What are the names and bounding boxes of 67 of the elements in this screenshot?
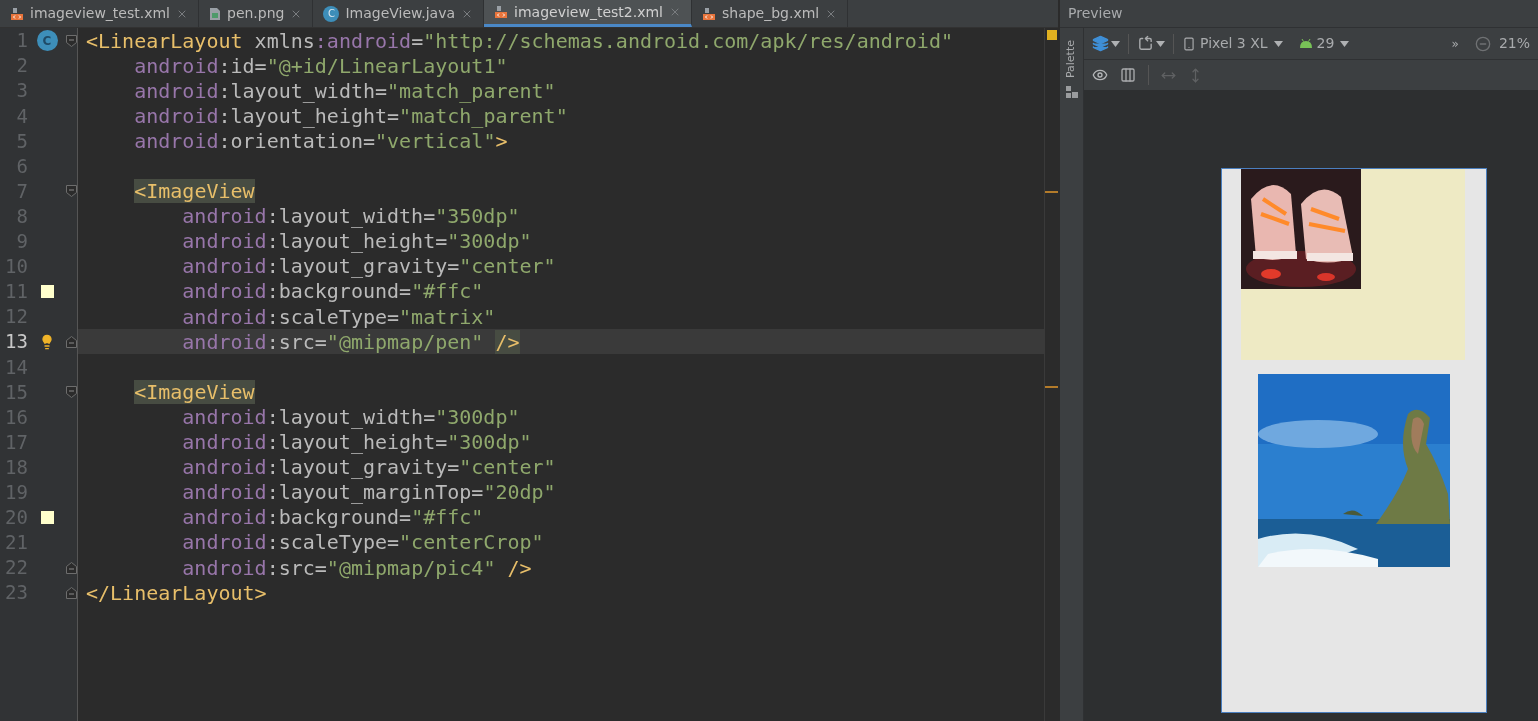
tab-label: imageview_test2.xml <box>514 2 663 22</box>
component-tree-icon[interactable] <box>1065 86 1078 99</box>
code-line: android:layout_height="300dp" <box>181 228 532 256</box>
zoom-level: 21% <box>1498 34 1530 53</box>
panel-title: Preview <box>1068 4 1123 23</box>
fold-icon[interactable] <box>66 34 77 47</box>
android-icon <box>1298 38 1313 49</box>
api-level-dropdown[interactable]: 29 <box>1298 33 1350 54</box>
class-icon: C <box>323 5 340 22</box>
editor-tab[interactable]: imageview_test.xml <box>0 0 199 27</box>
tab-label: ImageView.java <box>345 4 456 23</box>
code-line: android:background="#ffc" <box>181 278 484 306</box>
eye-icon[interactable] <box>1092 67 1108 83</box>
xml-file-icon <box>10 6 24 21</box>
columns-icon[interactable] <box>1120 67 1136 83</box>
caret-icon <box>1156 40 1165 47</box>
code-line: android:scaleType="matrix" <box>181 303 496 331</box>
class-icon: C <box>36 30 58 52</box>
tab-label: shape_bg.xml <box>721 4 820 23</box>
code-line: android:background="#ffc" <box>181 504 484 532</box>
layers-icon <box>1092 35 1109 52</box>
code-line: android:layout_height="match_parent" <box>133 103 568 130</box>
editor-tab[interactable]: pen.png <box>199 0 314 27</box>
code-line: android:orientation="vertical"> <box>133 128 508 155</box>
scroll-marker[interactable] <box>1045 191 1058 193</box>
code-line: android:layout_height="300dp" <box>181 429 532 457</box>
lightbulb-icon[interactable] <box>39 333 55 350</box>
code-line: android:layout_marginTop="20dp" <box>181 479 556 507</box>
scroll-marker[interactable] <box>1045 386 1058 388</box>
zoom-out-icon[interactable] <box>1474 35 1491 52</box>
color-swatch[interactable] <box>40 285 54 298</box>
caret-icon <box>1111 40 1120 47</box>
more-button[interactable]: » <box>1451 34 1459 53</box>
design-surface-button[interactable] <box>1092 35 1120 52</box>
tab-label: imageview_test.xml <box>30 4 170 23</box>
xml-file-icon <box>701 6 716 21</box>
editor-tab[interactable]: shape_bg.xml <box>691 0 849 27</box>
rotate-icon <box>1137 35 1154 52</box>
xml-file-icon <box>494 5 509 19</box>
fold-icon[interactable] <box>66 561 77 574</box>
code-line: android:layout_gravity="center" <box>181 454 556 482</box>
tab-label: pen.png <box>227 4 285 23</box>
code-line: android:layout_width="300dp" <box>181 403 520 431</box>
code-line: android:src="@mipmap/pen" /> <box>181 328 520 356</box>
code-line: android:layout_width="match_parent" <box>133 77 556 105</box>
warning-marker[interactable] <box>1046 30 1057 40</box>
caret-icon <box>1340 40 1350 47</box>
fold-icon[interactable] <box>66 335 77 348</box>
device-dropdown[interactable]: Pixel 3 XL <box>1182 33 1283 54</box>
caret-icon <box>1273 40 1283 47</box>
code-line: android:scaleType="centerCrop" <box>181 529 544 557</box>
fold-icon[interactable] <box>66 185 77 198</box>
phone-icon <box>1182 36 1196 51</box>
code-line: </LinearLayout> <box>86 579 267 607</box>
code-line: android:src="@mipmap/pic4" /> <box>181 554 532 582</box>
code-line: <LinearLayout xmlns:android="http://schemas.android.com/apk/res/android" <box>86 27 953 55</box>
code-line: android:layout_gravity="center" <box>181 253 556 281</box>
orientation-button[interactable] <box>1137 35 1165 52</box>
line-number: 13 <box>4 329 28 355</box>
code-line: android:id="@+id/LinearLayout1" <box>133 52 508 80</box>
editor-tab[interactable]: imageview_test2.xml <box>484 0 692 27</box>
image-file-icon <box>209 6 221 21</box>
palette-tab[interactable]: Palette <box>1063 40 1080 79</box>
color-swatch[interactable] <box>40 510 54 524</box>
code-line: android:layout_width="350dp" <box>181 203 520 231</box>
fold-icon[interactable] <box>66 385 77 398</box>
fold-icon[interactable] <box>66 586 77 599</box>
